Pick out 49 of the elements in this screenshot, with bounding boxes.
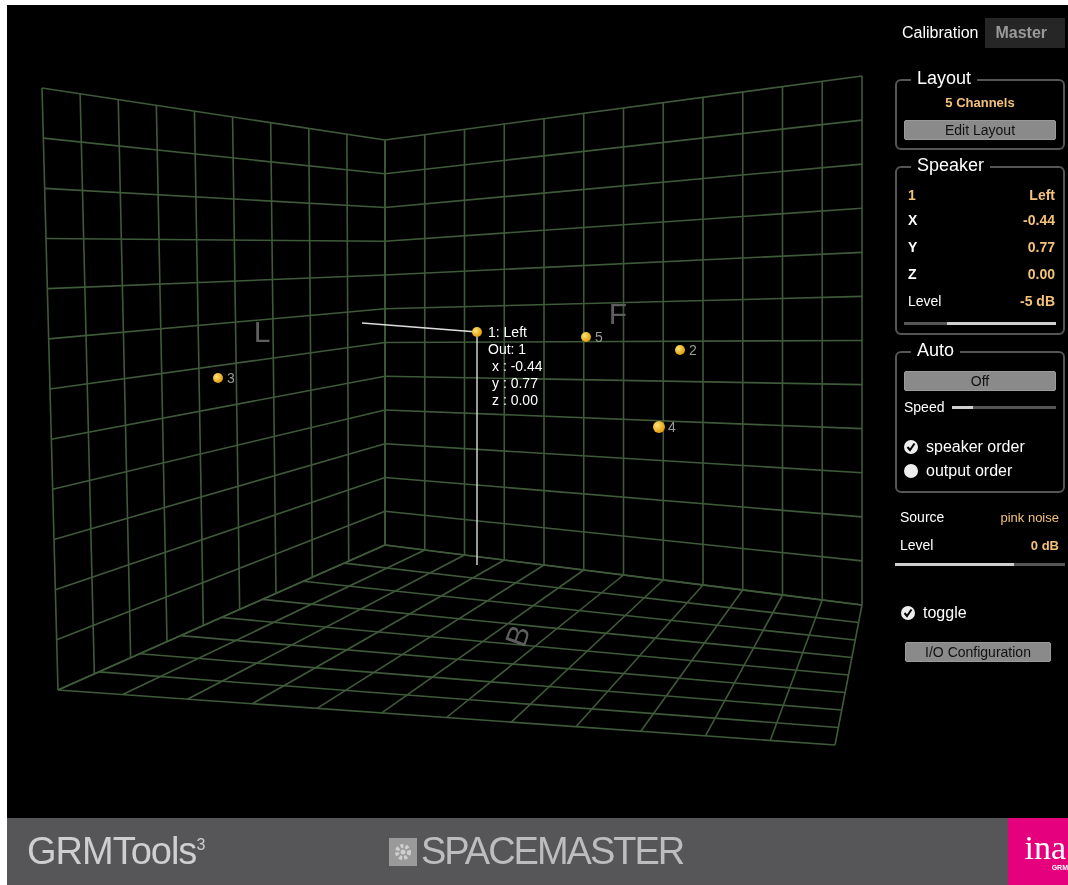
- radio-button[interactable]: [904, 464, 918, 478]
- edit-layout-button[interactable]: Edit Layout: [904, 120, 1056, 140]
- level-label: Level: [900, 537, 934, 553]
- row-value: -0.44: [1023, 211, 1055, 228]
- axis-label: B: [498, 620, 537, 651]
- source-value: pink noise: [1000, 510, 1059, 525]
- row-label: Z: [908, 265, 917, 282]
- info-text: x : -0.44: [492, 358, 543, 374]
- speaker-dot: [653, 421, 665, 433]
- source-label: Source: [900, 509, 945, 525]
- brand-name: GRMTools$^{3}$: [27, 830, 205, 873]
- auto-button[interactable]: Off: [904, 371, 1056, 391]
- row-label: 1: [908, 187, 916, 203]
- option-label: speaker order: [926, 438, 1025, 456]
- info-text: y : 0.77: [492, 375, 538, 391]
- speaker-number: 4: [668, 419, 676, 435]
- speaker-number: 3: [227, 370, 235, 386]
- row-label: Y: [908, 238, 918, 255]
- row-label: X: [908, 211, 918, 228]
- speaker-number: 2: [689, 342, 697, 358]
- row-value: 0.00: [1027, 265, 1055, 282]
- speaker-dot: [675, 345, 685, 355]
- toggle-label: toggle: [923, 604, 967, 622]
- slider[interactable]: [952, 405, 1056, 409]
- speaker-dot: [213, 373, 223, 383]
- speaker-dot: [472, 327, 482, 337]
- speed-label: Speed: [904, 399, 945, 415]
- row-value: Left: [1029, 187, 1055, 203]
- slider[interactable]: [904, 322, 1056, 325]
- tab[interactable]: Master: [985, 18, 1065, 48]
- option-label: output order: [926, 462, 1013, 480]
- info-text: Out: 1: [488, 341, 527, 357]
- row-value: 0.77: [1027, 238, 1055, 255]
- io-configuration-button[interactable]: I/O Configuration: [905, 642, 1051, 662]
- toggle-checkbox[interactable]: [901, 606, 915, 620]
- slider[interactable]: [895, 563, 1065, 566]
- channel-count: 5 Channels: [944, 95, 1016, 110]
- speaker-dot: [581, 332, 591, 342]
- product-name: SPACEMASTER: [420, 830, 684, 873]
- info-text: z : 0.00: [492, 392, 538, 408]
- row-label: Level: [908, 292, 942, 309]
- speaker-title: 1: Left: [488, 324, 527, 340]
- logo-text: ina: [1024, 832, 1066, 864]
- level-value: 0 dB: [1030, 538, 1059, 553]
- axis-label: L: [253, 315, 271, 348]
- row-value: -5 dB: [1020, 292, 1055, 309]
- speaker-number: 5: [595, 329, 603, 345]
- radio-button[interactable]: [904, 440, 918, 454]
- gear-icon: [388, 837, 417, 866]
